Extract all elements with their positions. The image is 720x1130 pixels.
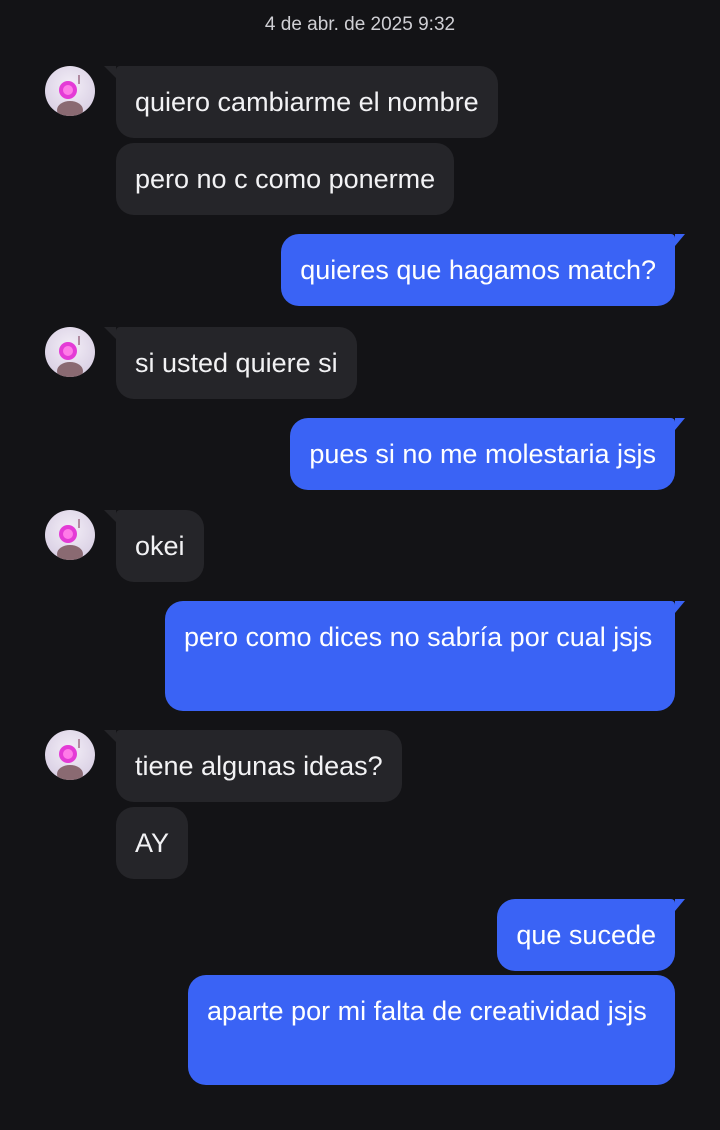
chat-timestamp: 4 de abr. de 2025 9:32 (264, 14, 456, 35)
contact-avatar[interactable] (45, 327, 95, 377)
contact-avatar[interactable] (45, 730, 95, 780)
avatar-photo-icon (57, 75, 83, 116)
incoming-message[interactable]: si usted quiere si (104, 327, 357, 399)
message-text: tiene algunas ideas? (135, 751, 383, 781)
message-text: quiero cambiarme el nombre (135, 87, 479, 117)
message-text: aparte por mi falta de creatividad jsjs (207, 996, 647, 1026)
incoming-message[interactable]: tiene algunas ideas? (104, 730, 402, 802)
outgoing-message[interactable]: aparte por mi falta de creatividad jsjs (188, 975, 675, 1085)
outgoing-message[interactable]: pues si no me molestaria jsjs (290, 418, 685, 490)
message-text: quieres que hagamos match? (300, 255, 656, 285)
incoming-message[interactable]: quiero cambiarme el nombre (104, 66, 498, 138)
avatar-photo-icon (57, 739, 83, 780)
incoming-message[interactable]: okei (104, 510, 204, 582)
avatar-photo-icon (57, 336, 83, 377)
contact-avatar[interactable] (45, 510, 95, 560)
message-text: pero no c como ponerme (135, 164, 436, 194)
message-text: pues si no me molestaria jsjs (309, 439, 656, 469)
message-text: okei (135, 531, 185, 561)
incoming-message[interactable]: AY (116, 807, 189, 879)
message-text: AY (135, 828, 170, 858)
avatar-photo-icon (57, 519, 83, 560)
message-text: que sucede (516, 920, 656, 950)
outgoing-message[interactable]: quieres que hagamos match? (281, 234, 685, 306)
message-text: pero como dices no sabría por cual jsjs (184, 622, 653, 652)
contact-avatar[interactable] (45, 66, 95, 116)
incoming-message[interactable]: pero no c como ponerme (116, 143, 455, 215)
message-text: si usted quiere si (135, 348, 338, 378)
outgoing-message[interactable]: pero como dices no sabría por cual jsjs (165, 601, 685, 711)
outgoing-message[interactable]: que sucede (497, 899, 685, 971)
